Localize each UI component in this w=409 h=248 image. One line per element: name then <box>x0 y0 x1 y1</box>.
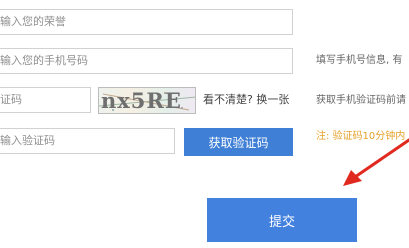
annotation-arrow-icon <box>343 138 409 186</box>
registration-form: 输入您的荣誉 输入您的手机号码 填写手机号信息, 有 证码 nx5RE 看不清楚… <box>0 0 409 248</box>
